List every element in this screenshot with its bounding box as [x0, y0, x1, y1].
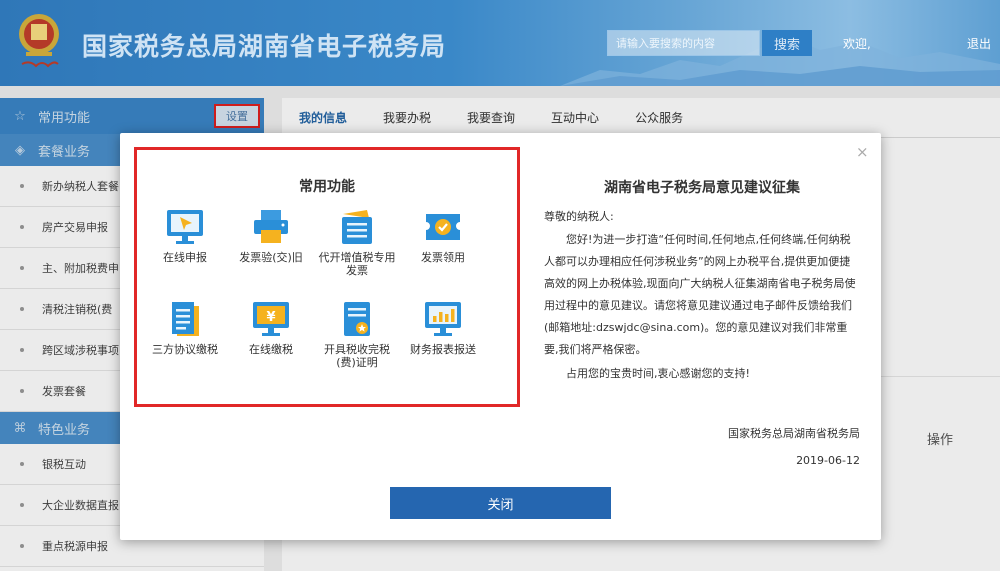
invoice-folder-icon — [342, 210, 372, 244]
site-title: 国家税务总局湖南省电子税务局 — [82, 32, 447, 61]
ticket-check-icon — [426, 214, 460, 240]
svg-text:¥: ¥ — [266, 310, 275, 325]
function-online-declare[interactable]: 在线申报 — [146, 208, 224, 264]
search-button[interactable]: 搜索 — [762, 30, 812, 56]
function-vat-invoice[interactable]: 代开增值税专用发票 — [318, 208, 396, 277]
printer-icon — [254, 210, 288, 243]
monitor-cursor-icon — [167, 210, 203, 244]
common-functions-panel: 常用功能 在线申报 发票验(交)旧 代开增值税专用发票 发票领用 三方协议缴税 … — [134, 147, 520, 407]
close-button[interactable]: 关闭 — [390, 487, 611, 519]
function-invoice-check[interactable]: 发票验(交)旧 — [232, 208, 310, 264]
function-tax-certificate[interactable]: 开具税收完税(费)证明 — [318, 300, 396, 369]
bar-chart-monitor-icon — [425, 302, 461, 336]
close-icon[interactable]: × — [856, 143, 869, 161]
notice-greeting: 尊敬的纳税人: — [544, 210, 614, 223]
function-tripartite-pay[interactable]: 三方协议缴税 — [146, 300, 224, 356]
document-list-icon — [172, 302, 199, 336]
notice-modal: × 常用功能 在线申报 发票验(交)旧 代开增值税专用发票 发票领用 三方协议缴… — [120, 133, 881, 540]
site-header: 国家税务总局湖南省电子税务局 搜索 欢迎, 退出 — [0, 0, 1000, 86]
logout-link[interactable]: 退出 — [967, 35, 991, 52]
notice-date: 2019-06-12 — [796, 454, 860, 467]
search-input[interactable] — [607, 30, 760, 56]
notice-body: 您好!为进一步打造“任何时间,任何地点,任何终端,任何纳税人都可以办理相应任何涉… — [544, 233, 856, 356]
notice-organization: 国家税务总局湖南省税务局 — [728, 427, 860, 440]
function-online-pay[interactable]: ¥ 在线缴税 — [232, 300, 310, 356]
notice-thanks: 占用您的宝贵时间,衷心感谢您的支持! — [566, 367, 750, 380]
tax-emblem-icon — [19, 14, 59, 68]
function-invoice-receive[interactable]: 发票领用 — [404, 208, 482, 264]
function-financial-report[interactable]: 财务报表报送 — [404, 300, 482, 356]
functions-title: 常用功能 — [299, 179, 355, 195]
certificate-icon — [344, 302, 370, 336]
notice-title: 湖南省电子税务局意见建议征集 — [604, 180, 800, 196]
welcome-text: 欢迎, — [843, 37, 871, 51]
monitor-yen-icon: ¥ — [253, 302, 289, 336]
